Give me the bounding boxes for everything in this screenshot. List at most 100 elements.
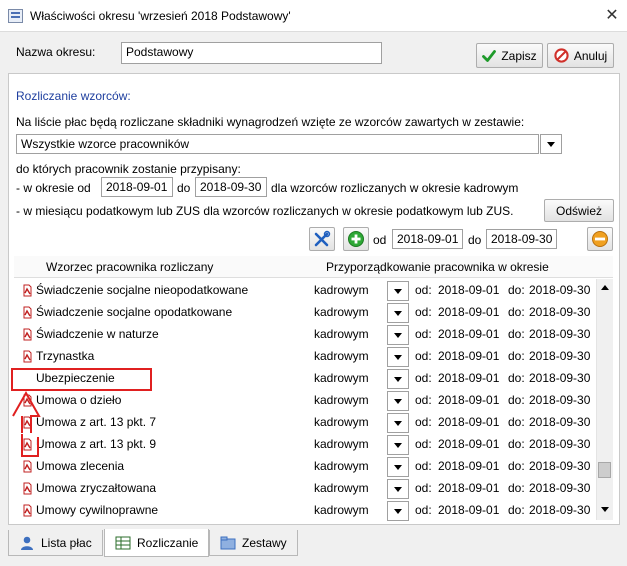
to-label: do: — [508, 503, 525, 517]
save-button-label: Zapisz — [501, 48, 537, 63]
to-label: do: — [508, 349, 525, 363]
period-name-label: Nazwa okresu: — [16, 45, 96, 59]
col-header-template[interactable]: Wzorzec pracownika rozliczany — [46, 260, 213, 274]
table-row[interactable]: Umowa z art. 13 pkt. 7 kadrowym od: 2018-09… — [14, 412, 596, 434]
refresh-button[interactable]: Odśwież — [544, 199, 614, 222]
user-icon — [21, 536, 33, 550]
to-label: do: — [508, 481, 525, 495]
template-name: Umowy cywilnoprawne — [36, 503, 159, 517]
assignment-dropdown-button[interactable] — [387, 479, 409, 499]
add-button[interactable] — [343, 227, 369, 251]
document-icon — [23, 284, 32, 297]
tab-label: Rozliczanie — [137, 535, 199, 550]
period-prefix: - w okresie od — [16, 181, 91, 195]
assignment-dropdown-button[interactable] — [387, 457, 409, 477]
assigned-text: do których pracownik zostanie przypisany… — [16, 162, 241, 176]
save-button[interactable]: Zapisz — [476, 43, 543, 68]
table-row[interactable]: Świadczenie socjalne nieopodatkowane kadr… — [14, 280, 596, 302]
to-date[interactable]: 2018-09-30 — [529, 481, 590, 495]
from-date[interactable]: 2018-09-01 — [438, 503, 499, 517]
from-date[interactable]: 2018-09-01 — [438, 415, 499, 429]
table-row[interactable]: Umowy cywilnoprawne kadrowym od: 2018-09-01… — [14, 500, 596, 522]
tab-sets[interactable]: Zestawy — [209, 530, 298, 556]
cancel-button[interactable]: Anuluj — [547, 43, 614, 68]
assignment-value: kadrowym — [314, 283, 369, 297]
assignment-dropdown-button[interactable] — [387, 281, 409, 301]
plus-icon — [348, 231, 364, 247]
template-name: Umowa zlecenia — [36, 459, 125, 473]
remove-button[interactable] — [587, 227, 613, 251]
assignment-dropdown-button[interactable] — [387, 391, 409, 411]
from-label: od: — [415, 437, 432, 451]
toolbar-to-input[interactable]: 2018-09-30 — [486, 229, 557, 249]
toolbar-do-label: do — [468, 233, 482, 247]
to-date[interactable]: 2018-09-30 — [529, 305, 590, 319]
tab-settlement[interactable]: Rozliczanie — [104, 529, 210, 557]
assignment-dropdown-button[interactable] — [387, 347, 409, 367]
from-date[interactable]: 2018-09-01 — [438, 459, 499, 473]
assignment-dropdown-button[interactable] — [387, 325, 409, 345]
template-name: Trzynastka — [36, 349, 95, 363]
to-label: do: — [508, 327, 525, 341]
to-date[interactable]: 2018-09-30 — [529, 459, 590, 473]
window-title: Właściwości okresu 'wrzesień 2018 Podsta… — [30, 9, 291, 23]
scroll-down-arrow[interactable] — [601, 507, 609, 512]
table-row[interactable]: Umowa zlecenia kadrowym od: 2018-09-01 do: 20… — [14, 456, 596, 478]
to-date[interactable]: 2018-09-30 — [529, 349, 590, 363]
close-icon[interactable]: ✕ — [602, 6, 622, 26]
to-date[interactable]: 2018-09-30 — [529, 437, 590, 451]
from-date[interactable]: 2018-09-01 — [438, 481, 499, 495]
assignment-dropdown-button[interactable] — [387, 369, 409, 389]
period-to-input[interactable]: 2018-09-30 — [195, 177, 267, 197]
grid-scrollbar[interactable] — [596, 279, 613, 520]
from-label: od: — [415, 503, 432, 517]
period-name-input[interactable]: Podstawowy — [121, 42, 382, 64]
toolbar-from-input[interactable]: 2018-09-01 — [392, 229, 463, 249]
table-row[interactable]: Umowa z art. 13 pkt. 9 kadrowym od: 2018-09… — [14, 434, 596, 456]
app-icon — [8, 9, 23, 23]
to-date[interactable]: 2018-09-30 — [529, 415, 590, 429]
scroll-up-arrow[interactable] — [601, 285, 609, 290]
assignment-dropdown-button[interactable] — [387, 303, 409, 323]
assignment-value: kadrowym — [314, 349, 369, 363]
table-row[interactable]: Umowa o dzieło kadrowym od: 2018-09-01 do: 20… — [14, 390, 596, 412]
assignment-dropdown-button[interactable] — [387, 501, 409, 521]
assignment-dropdown-button[interactable] — [387, 413, 409, 433]
to-date[interactable]: 2018-09-30 — [529, 393, 590, 407]
set-select[interactable]: Wszystkie wzorce pracowników — [16, 134, 539, 154]
assignment-value: kadrowym — [314, 437, 369, 451]
table-row[interactable]: Umowa zryczałtowana kadrowym od: 2018-09-01… — [14, 478, 596, 500]
period-from-input[interactable]: 2018-09-01 — [101, 177, 173, 197]
assignment-dropdown-button[interactable] — [387, 435, 409, 455]
col-header-assignment[interactable]: Przyporządkowanie pracownika w okresie — [326, 260, 549, 274]
from-date[interactable]: 2018-09-01 — [438, 437, 499, 451]
cancel-icon — [554, 48, 569, 63]
to-label: do: — [508, 393, 525, 407]
document-icon — [23, 482, 32, 495]
from-label: od: — [415, 283, 432, 297]
period-do-label: do — [177, 181, 191, 195]
to-date[interactable]: 2018-09-30 — [529, 283, 590, 297]
from-date[interactable]: 2018-09-01 — [438, 327, 499, 341]
from-date[interactable]: 2018-09-01 — [438, 371, 499, 385]
tab-payroll[interactable]: Lista płac — [8, 530, 103, 556]
scroll-thumb[interactable] — [598, 462, 611, 478]
from-date[interactable]: 2018-09-01 — [438, 393, 499, 407]
period-suffix: dla wzorców rozliczanych w okresie kadro… — [271, 181, 519, 195]
set-dropdown-button[interactable] — [540, 134, 562, 154]
from-date[interactable]: 2018-09-01 — [438, 349, 499, 363]
to-date[interactable]: 2018-09-30 — [529, 327, 590, 341]
tools-button[interactable] — [309, 227, 335, 251]
to-label: do: — [508, 305, 525, 319]
from-date[interactable]: 2018-09-01 — [438, 305, 499, 319]
template-name: Umowa z art. 13 pkt. 9 — [36, 437, 157, 451]
from-label: od: — [415, 459, 432, 473]
table-row[interactable]: Trzynastka kadrowym od: 2018-09-01 do: 2018-0… — [14, 346, 596, 368]
from-date[interactable]: 2018-09-01 — [438, 283, 499, 297]
table-row[interactable]: Świadczenie socjalne opodatkowane kadrowy… — [14, 302, 596, 324]
to-date[interactable]: 2018-09-30 — [529, 371, 590, 385]
from-label: od: — [415, 327, 432, 341]
table-row[interactable]: Świadczenie w naturze kadrowym od: 2018-09-… — [14, 324, 596, 346]
to-date[interactable]: 2018-09-30 — [529, 503, 590, 517]
assignment-value: kadrowym — [314, 481, 369, 495]
